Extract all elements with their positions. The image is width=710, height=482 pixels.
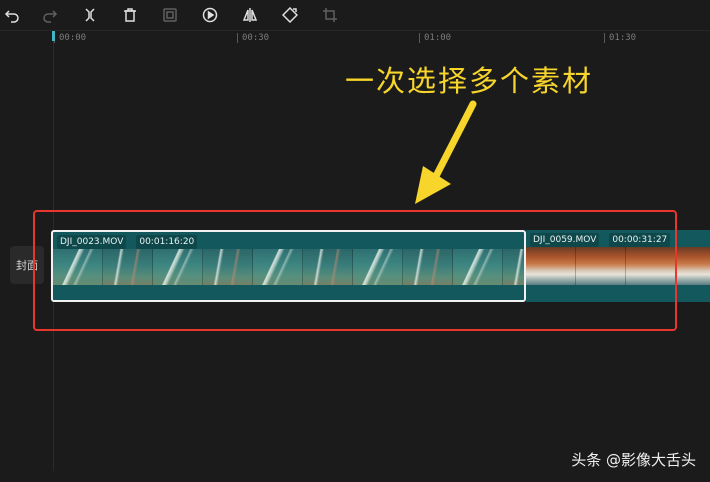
split-icon <box>85 8 95 22</box>
crop-button[interactable] <box>320 5 340 25</box>
rotate-icon <box>282 7 298 23</box>
mirror-icon <box>242 8 258 22</box>
split-button[interactable] <box>80 5 100 25</box>
play-button[interactable] <box>200 5 220 25</box>
clip-thumbnail <box>676 247 710 285</box>
ruler-tick: 01:30 <box>604 33 636 43</box>
ruler-tick: 01:00 <box>419 33 451 43</box>
video-editor: 00:00 00:30 01:00 01:30 一次选择多个素材 封面 DJI_… <box>0 0 710 482</box>
crop-icon <box>323 8 337 22</box>
rotate-button[interactable] <box>280 5 300 25</box>
ruler-tick: 00:30 <box>237 33 269 43</box>
playhead[interactable] <box>52 31 55 41</box>
freeze-frame-button[interactable] <box>160 5 180 25</box>
redo-button[interactable] <box>40 5 60 25</box>
watermark: 头条 @影像大舌头 <box>571 451 696 469</box>
freeze-frame-icon <box>163 8 177 22</box>
annotation-arrow-icon <box>415 100 477 204</box>
play-circle-icon <box>202 7 218 23</box>
delete-button[interactable] <box>120 5 140 25</box>
undo-icon <box>4 10 19 23</box>
selection-highlight <box>33 210 677 331</box>
annotation-text: 一次选择多个素材 <box>345 64 594 98</box>
toolbar <box>0 0 710 30</box>
mirror-button[interactable] <box>240 5 260 25</box>
ruler-tick: 00:00 <box>54 33 86 43</box>
undo-button[interactable] <box>2 5 22 25</box>
timeline-ruler[interactable]: 00:00 00:30 01:00 01:30 <box>0 31 710 45</box>
delete-icon <box>124 8 136 22</box>
redo-icon <box>43 10 58 23</box>
